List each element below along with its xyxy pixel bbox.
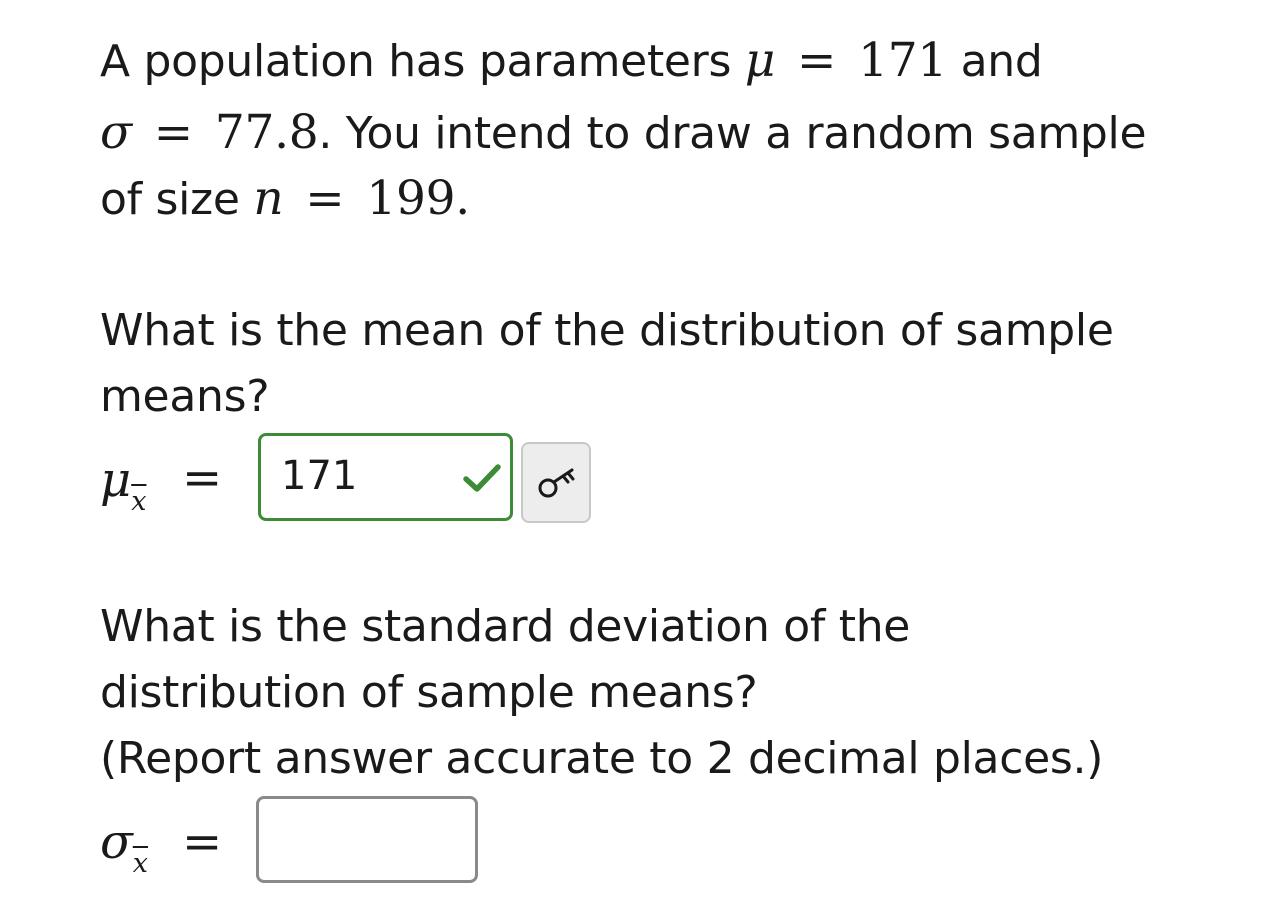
- mu-symbol: μ: [100, 452, 132, 508]
- equals-sign: =: [182, 450, 223, 506]
- period: .: [455, 171, 470, 226]
- sigma-symbol: σ: [100, 105, 132, 160]
- sigma-symbol: σ: [100, 814, 133, 870]
- intro-text: of size: [100, 174, 240, 225]
- intro-line-3: of size n = 199.: [100, 166, 470, 233]
- xbar-subscript: x: [131, 486, 146, 517]
- equals-sign: =: [153, 105, 193, 160]
- n-value: 199: [366, 171, 456, 226]
- key-icon: [538, 468, 575, 498]
- intro-text: A population has parameters: [100, 36, 732, 87]
- equals-sign: =: [182, 814, 223, 870]
- mu-value: 171: [858, 33, 947, 88]
- question-1-line-2: means?: [100, 371, 270, 422]
- xbar-subscript: x: [133, 848, 148, 879]
- mu-symbol: μ: [744, 33, 776, 88]
- intro-line-1: A population has parameters μ = 171 and: [100, 28, 1043, 95]
- xbar: x: [132, 848, 148, 879]
- question-2-line-3: (Report answer accurate to 2 decimal pla…: [100, 733, 1104, 784]
- mean-answer-value[interactable]: 171: [281, 450, 357, 502]
- sigma-xbar-label: σx: [100, 818, 148, 879]
- n-symbol: n: [253, 171, 284, 226]
- std-dev-answer-input[interactable]: [256, 796, 478, 883]
- question-2-line-2: distribution of sample means?: [100, 667, 758, 718]
- and-text: and: [960, 36, 1043, 87]
- mean-answer-input[interactable]: 171: [258, 433, 513, 521]
- equals-sign: =: [305, 171, 345, 226]
- sigma-value: 77.8: [214, 105, 319, 160]
- xbar: x: [131, 486, 147, 517]
- equals-sign: =: [797, 33, 837, 88]
- show-answer-key-button[interactable]: [521, 442, 591, 523]
- question-1-line-1: What is the mean of the distribution of …: [100, 305, 1114, 356]
- intro-text: . You intend to draw a random sample: [318, 108, 1147, 159]
- check-icon: [463, 464, 501, 492]
- question-2-line-1: What is the standard deviation of the: [100, 601, 911, 652]
- intro-line-2: σ = 77.8. You intend to draw a random samp…: [100, 100, 1147, 167]
- mu-xbar-label: μx: [100, 456, 146, 517]
